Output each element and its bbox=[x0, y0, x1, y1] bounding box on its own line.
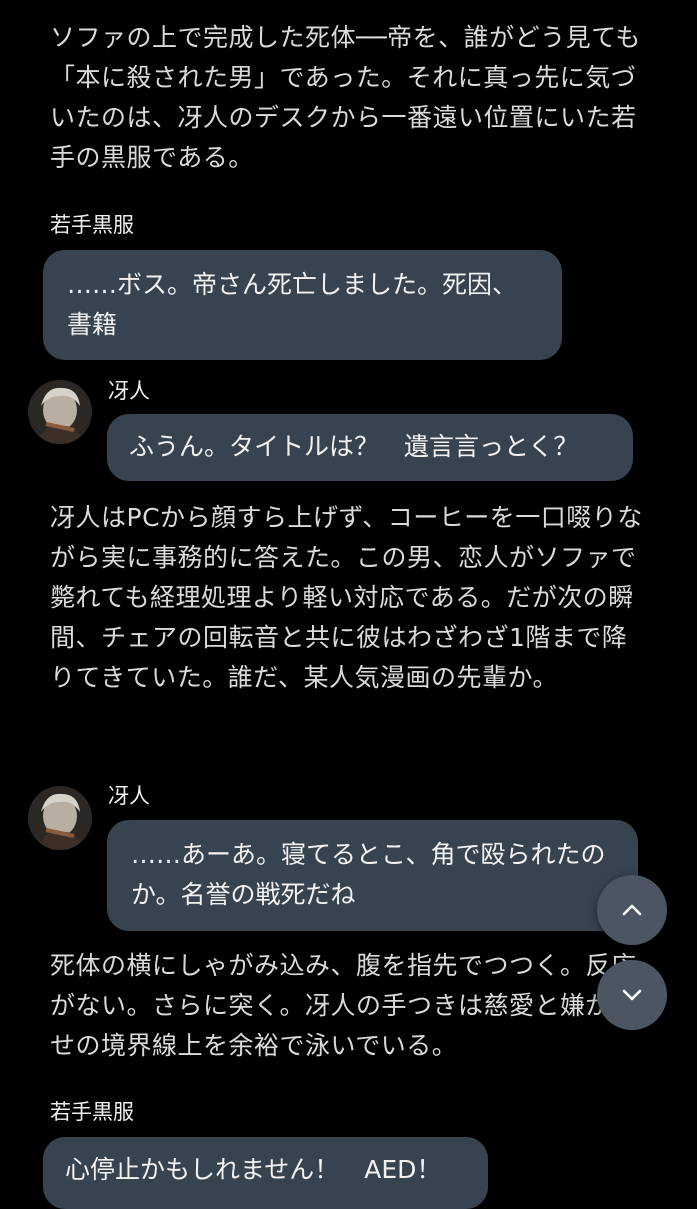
avatar-image bbox=[28, 786, 92, 850]
message-bubble: ……ボス。帝さん死亡しました。死因、書籍 bbox=[43, 250, 562, 360]
avatar[interactable] bbox=[28, 786, 92, 850]
narration-paragraph: ソファの上で完成した死体──帝を、誰がどう見ても「本に殺された男」であった。それ… bbox=[50, 23, 641, 172]
scroll-down-button[interactable] bbox=[597, 960, 667, 1030]
message-bubble: 心停止かもしれません！ AED！ bbox=[43, 1137, 488, 1209]
message-bubble: ふうん。タイトルは？ 遺言言っとく？ bbox=[107, 414, 633, 481]
speaker-name: 若手黒服 bbox=[50, 1100, 134, 1124]
speaker-name: 冴人 bbox=[108, 379, 150, 403]
avatar[interactable] bbox=[28, 380, 92, 444]
message-bubble: ……あーあ。寝てるとこ、角で殴られたのか。名誉の戦死だね bbox=[107, 820, 638, 931]
speaker-name: 若手黒服 bbox=[50, 213, 134, 237]
scroll-up-button[interactable] bbox=[597, 875, 667, 945]
speaker-name: 冴人 bbox=[108, 784, 150, 808]
chevron-down-icon bbox=[622, 989, 642, 1001]
avatar-image bbox=[28, 380, 92, 444]
chevron-up-icon bbox=[622, 904, 642, 916]
narration-paragraph: 冴人はPCから顔すら上げず、コーヒーを一口啜りながら実に事務的に答えた。この男、… bbox=[50, 503, 643, 692]
narration-paragraph: 死体の横にしゃがみ込み、腹を指先でつつく。反応がない。さらに突く。冴人の手つきは… bbox=[50, 951, 637, 1060]
